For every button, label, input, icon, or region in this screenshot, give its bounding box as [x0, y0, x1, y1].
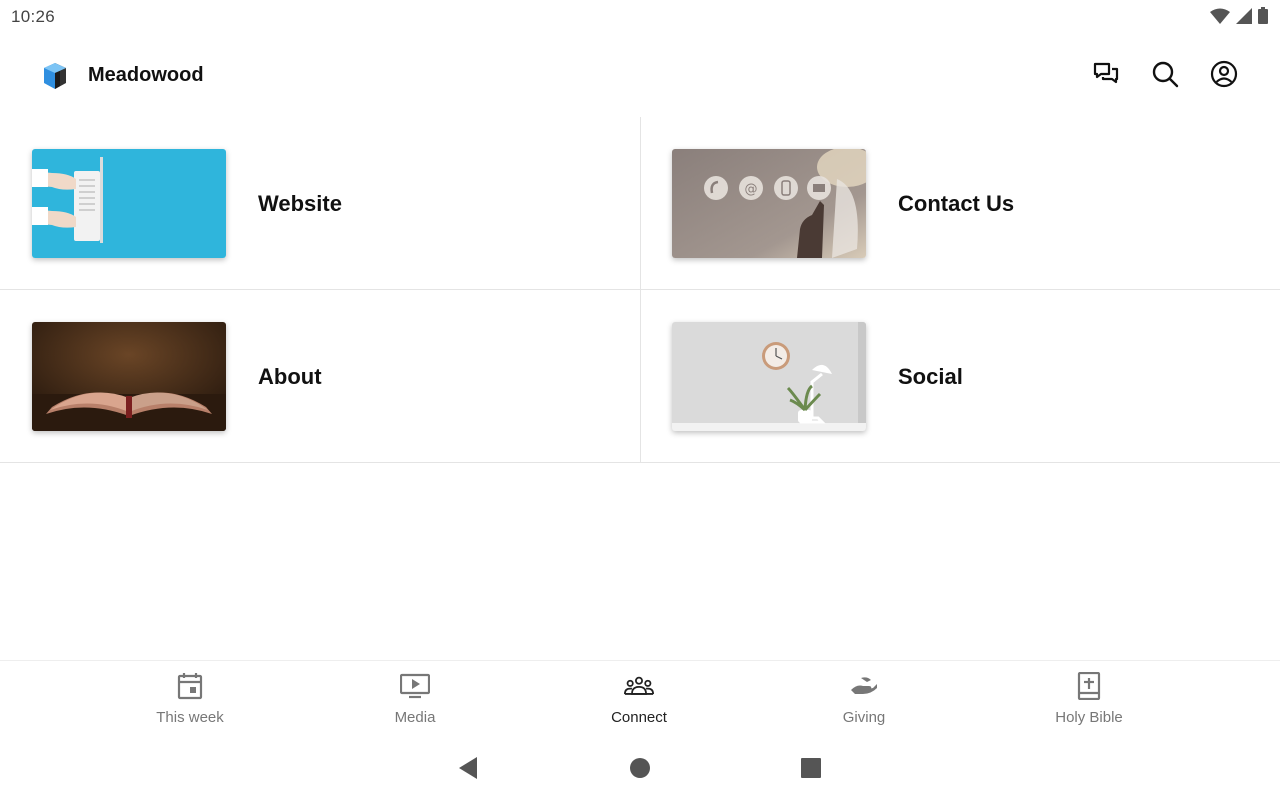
home-icon: [629, 757, 651, 784]
nav-connect[interactable]: Connect: [569, 671, 709, 731]
bible-icon: [1074, 671, 1104, 701]
status-icons: [1210, 7, 1268, 29]
tile-social[interactable]: Social: [641, 290, 1280, 462]
tile-label-social: Social: [898, 364, 963, 389]
grid-row: About Social: [0, 290, 1280, 463]
search-icon: [1151, 60, 1179, 93]
svg-text:@: @: [745, 182, 758, 197]
tile-contact-us[interactable]: @ Contact Us: [641, 117, 1280, 289]
laptop-typing-image: [32, 149, 226, 258]
bottom-navigation: This week Media Connect Giving Holy Bibl…: [0, 660, 1280, 736]
system-navigation-bar: [0, 745, 1280, 795]
recents-icon: [801, 757, 821, 783]
messages-button[interactable]: [1088, 58, 1124, 94]
nav-media[interactable]: Media: [345, 671, 485, 731]
nav-label: Giving: [842, 709, 886, 726]
grid-row: Website @ Contact Us: [0, 117, 1280, 290]
tile-label-about: About: [258, 364, 322, 389]
tile-label-contact-us: Contact Us: [898, 191, 1015, 216]
status-time: 10:26: [11, 7, 56, 26]
system-recents-button[interactable]: [796, 755, 826, 785]
desk-clock-plant-image: [672, 322, 866, 431]
nav-label: Holy Bible: [1055, 709, 1123, 726]
system-back-button[interactable]: [453, 755, 483, 785]
signal-icon: [1236, 7, 1252, 29]
giving-hand-icon: [849, 671, 879, 701]
tile-about[interactable]: About: [0, 290, 641, 462]
system-home-button[interactable]: [625, 755, 655, 785]
nav-this-week[interactable]: This week: [120, 671, 260, 731]
nav-giving[interactable]: Giving: [794, 671, 934, 731]
app-bar: Meadowood: [0, 44, 1280, 108]
contact-icons-image: @: [672, 149, 866, 258]
nav-label: This week: [156, 709, 224, 726]
open-bible-image: [32, 322, 226, 431]
wifi-icon: [1210, 8, 1230, 29]
people-group-icon: [624, 671, 654, 701]
nav-holy-bible[interactable]: Holy Bible: [1019, 671, 1159, 731]
tile-label-website: Website: [258, 191, 342, 216]
app-title: Meadowood: [88, 64, 204, 86]
account-icon: [1210, 60, 1238, 93]
account-button[interactable]: [1206, 58, 1242, 94]
video-play-icon: [400, 671, 430, 701]
tile-website[interactable]: Website: [0, 117, 641, 289]
search-button[interactable]: [1147, 58, 1183, 94]
status-bar: 10:26: [0, 0, 1280, 34]
battery-icon: [1258, 7, 1268, 29]
back-icon: [457, 756, 479, 785]
messages-icon: [1092, 60, 1120, 93]
meadowood-logo-icon: [40, 61, 70, 91]
nav-label: Connect: [611, 709, 667, 726]
connect-grid: Website @ Contact Us About Social: [0, 117, 1280, 463]
nav-label: Media: [394, 709, 436, 726]
calendar-icon: [175, 671, 205, 701]
